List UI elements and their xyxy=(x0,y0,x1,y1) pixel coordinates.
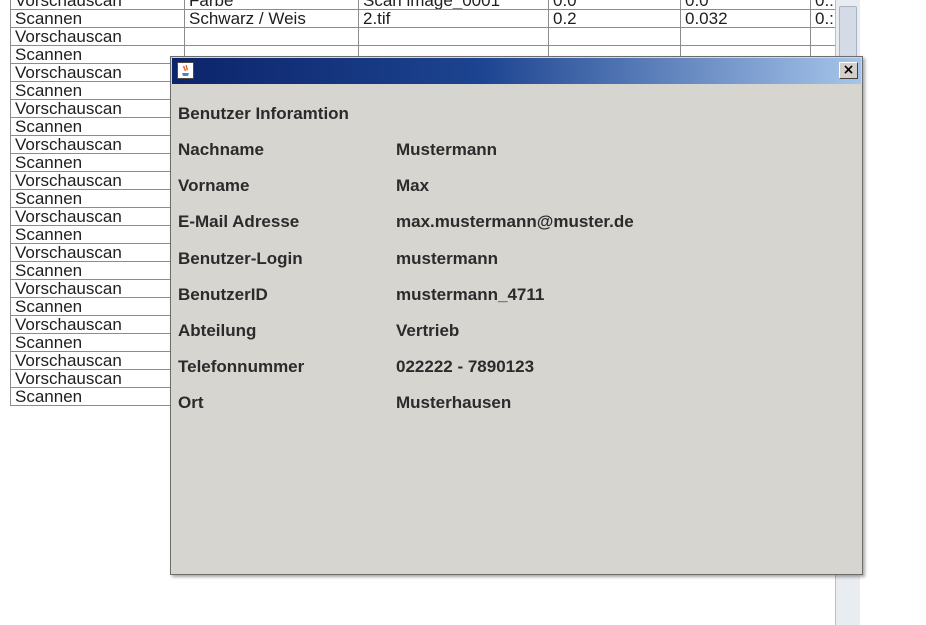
info-row: E-Mail Adresse max.mustermann@muster.de xyxy=(178,212,838,234)
close-icon: × xyxy=(842,62,855,78)
dialog-titlebar[interactable]: × xyxy=(172,58,861,84)
info-label: Nachname xyxy=(178,140,264,159)
info-label: Ort xyxy=(178,393,204,413)
info-label: BenutzerID xyxy=(178,284,268,304)
info-value: Mustermann xyxy=(396,140,498,159)
table-row[interactable]: Vorschauscan xyxy=(10,27,835,46)
table-cell: Scannen xyxy=(10,261,185,280)
table-cell xyxy=(548,27,681,46)
table-cell: Scannen xyxy=(10,387,185,406)
table-cell: Vorschauscan xyxy=(10,0,185,10)
info-row: Vorname Max xyxy=(178,176,838,198)
table-cell: 0.0 xyxy=(548,0,681,10)
table-cell: Scannen xyxy=(10,9,185,28)
table-cell: Vorschauscan xyxy=(10,207,185,226)
info-value: max.mustermann@muster.de xyxy=(396,212,634,232)
info-value: mustermann_4711 xyxy=(396,284,545,304)
table-cell: Vorschauscan xyxy=(10,279,185,298)
info-value: mustermann xyxy=(396,248,499,268)
info-row: Telefonnummer 022222 - 7890123 xyxy=(178,357,838,379)
table-cell: Vorschauscan xyxy=(10,171,185,190)
info-row: Ort Musterhausen xyxy=(178,393,838,415)
info-label: E-Mail Adresse xyxy=(178,212,300,232)
table-cell: Vorschauscan xyxy=(10,63,185,82)
table-cell: 2.tif xyxy=(358,9,549,28)
table-cell: Schwarz / Weis xyxy=(184,9,359,28)
info-row: Nachname Mustermann xyxy=(178,140,838,162)
table-cell: Scannen xyxy=(10,333,185,352)
table-cell: Vorschauscan xyxy=(10,99,185,118)
info-value: Vertrieb xyxy=(396,321,460,340)
table-cell: Vorschauscan xyxy=(10,369,185,388)
table-cell: Scannen xyxy=(10,45,185,64)
table-cell: Vorschauscan xyxy=(10,27,185,46)
table-cell: Scan image_0001 xyxy=(358,0,549,10)
table-cell: Vorschauscan xyxy=(10,243,185,262)
table-row[interactable]: Scannen Schwarz / Weis 2.tif 0.2 0.032 0.: xyxy=(10,9,835,28)
dialog-heading: Benutzer Inforamtion xyxy=(178,104,349,123)
table-cell: Scannen xyxy=(10,81,185,100)
table-cell: Farbe xyxy=(184,0,359,10)
table-cell: 0.: xyxy=(810,9,835,28)
info-value: 022222 - 7890123 xyxy=(396,357,535,377)
table-cell xyxy=(680,27,811,46)
info-label: Abteilung xyxy=(178,321,257,340)
table-row[interactable]: VorschauscanFarbeScan image_00010.00.00.… xyxy=(10,0,835,10)
info-label: Vorname xyxy=(178,176,250,196)
table-cell xyxy=(358,27,549,46)
table-cell: Vorschauscan xyxy=(10,315,185,334)
info-row: Benutzer-Login mustermann xyxy=(178,249,838,271)
table-cell: Scannen xyxy=(10,189,185,208)
java-cup-icon xyxy=(177,62,194,79)
info-label: Benutzer-Login xyxy=(178,248,303,268)
info-value: Max xyxy=(396,176,430,196)
table-cell: Scannen xyxy=(10,225,185,244)
info-row: BenutzerID mustermann_4711 xyxy=(178,285,838,307)
table-cell xyxy=(184,27,359,46)
table-cell: Scannen xyxy=(10,117,185,136)
screen: Vorschauscan Farbe Scan image_0001 0.0 0.0 0.… xyxy=(0,0,926,625)
close-button[interactable]: × xyxy=(839,62,858,79)
table-cell: Vorschauscan xyxy=(10,351,185,370)
table-cell: 0.032 xyxy=(680,9,811,28)
info-row: Abteilung Vertrieb xyxy=(178,321,838,343)
info-value: Musterhausen xyxy=(396,393,512,413)
info-label: Telefonnummer xyxy=(178,357,305,377)
table-cell: 0.0 xyxy=(680,0,811,10)
table-cell: Vorschauscan xyxy=(10,135,185,154)
table-cell xyxy=(810,27,835,46)
table-cell: 0.2 xyxy=(548,9,681,28)
table-cell: Scannen xyxy=(10,297,185,316)
table-cell: Scannen xyxy=(10,153,185,172)
table-cell: 0.: xyxy=(810,0,835,10)
user-info-dialog: × Benutzer Inforamtion Nachname Musterman… xyxy=(170,56,863,575)
